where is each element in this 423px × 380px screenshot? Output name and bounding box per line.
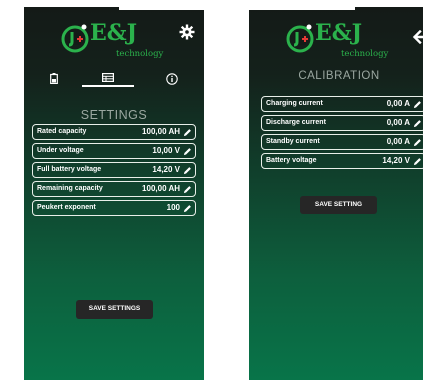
save-settings-button[interactable]: SAVE SETTINGS xyxy=(76,300,153,319)
calibration-row-standby-current[interactable]: Standby current 0,00 A xyxy=(261,134,423,150)
setting-value: 100 xyxy=(166,203,180,212)
brand-logo: E&J technology xyxy=(285,19,405,59)
battery-icon xyxy=(50,73,58,84)
setting-value: 10,00 V xyxy=(152,146,180,155)
back-arrow-icon[interactable] xyxy=(412,29,423,45)
pencil-icon[interactable] xyxy=(183,204,192,213)
calibration-row-battery-voltage[interactable]: Battery voltage 14,20 V xyxy=(261,153,423,169)
setting-label: Full battery voltage xyxy=(37,166,102,173)
setting-label: Peukert exponent xyxy=(37,204,96,211)
settings-screen: E&J technology SETTINGS Rated capacity 1… xyxy=(24,7,204,380)
save-setting-button[interactable]: SAVE SETTING xyxy=(300,196,377,214)
logo-subtitle: technology xyxy=(341,49,389,59)
setting-label: Rated capacity xyxy=(37,128,87,135)
calibration-value: 0,00 A xyxy=(386,118,410,127)
calibration-row-discharge-current[interactable]: Discharge current 0,00 A xyxy=(261,115,423,131)
logo-text: E&J xyxy=(90,20,138,46)
setting-row-rated-capacity[interactable]: Rated capacity 100,00 AH xyxy=(32,124,196,140)
calibration-value: 0,00 A xyxy=(386,99,410,108)
gear-icon[interactable] xyxy=(179,24,195,40)
pencil-icon[interactable] xyxy=(183,128,192,137)
calibration-value: 0,00 A xyxy=(386,137,410,146)
tab-battery[interactable] xyxy=(34,69,74,89)
logo-subtitle: technology xyxy=(116,49,164,59)
setting-row-peukert-exponent[interactable]: Peukert exponent 100 xyxy=(32,200,196,216)
top-bar-highlight xyxy=(119,7,204,10)
setting-row-full-battery-voltage[interactable]: Full battery voltage 14,20 V xyxy=(32,162,196,178)
calibration-label: Charging current xyxy=(266,100,323,107)
page-title: CALIBRATION xyxy=(298,70,380,82)
calibration-value: 14,20 V xyxy=(382,156,410,165)
tab-bar xyxy=(24,69,204,91)
logo-mark-icon xyxy=(61,24,89,53)
calibration-label: Battery voltage xyxy=(266,157,317,164)
setting-value: 14,20 V xyxy=(152,165,180,174)
brand-logo: E&J technology xyxy=(60,19,180,59)
setting-value: 100,00 AH xyxy=(142,127,180,136)
logo-mark-icon xyxy=(286,24,314,53)
info-icon xyxy=(166,73,178,85)
settings-list: Rated capacity 100,00 AH Under voltage 1… xyxy=(32,124,196,219)
table-icon xyxy=(102,73,114,82)
pencil-icon[interactable] xyxy=(413,138,422,147)
pencil-icon[interactable] xyxy=(183,166,192,175)
setting-row-under-voltage[interactable]: Under voltage 10,00 V xyxy=(32,143,196,159)
calibration-screen: E&J technology CALIBRATION Charging curr… xyxy=(249,7,423,380)
tab-info[interactable] xyxy=(152,69,192,89)
logo-text: E&J xyxy=(315,20,363,46)
setting-value: 100,00 AH xyxy=(142,184,180,193)
pencil-icon[interactable] xyxy=(183,147,192,156)
pencil-icon[interactable] xyxy=(413,119,422,128)
page-title: SETTINGS xyxy=(80,108,148,122)
calibration-row-charging-current[interactable]: Charging current 0,00 A xyxy=(261,96,423,112)
pencil-icon[interactable] xyxy=(413,157,422,166)
setting-row-remaining-capacity[interactable]: Remaining capacity 100,00 AH xyxy=(32,181,196,197)
calibration-label: Standby current xyxy=(266,138,320,145)
calibration-list: Charging current 0,00 A Discharge curren… xyxy=(261,96,423,172)
pencil-icon[interactable] xyxy=(413,100,422,109)
setting-label: Under voltage xyxy=(37,147,84,154)
setting-label: Remaining capacity xyxy=(37,185,103,192)
calibration-label: Discharge current xyxy=(266,119,326,126)
top-bar-highlight xyxy=(249,7,355,10)
active-tab-indicator xyxy=(82,85,134,87)
pencil-icon[interactable] xyxy=(183,185,192,194)
